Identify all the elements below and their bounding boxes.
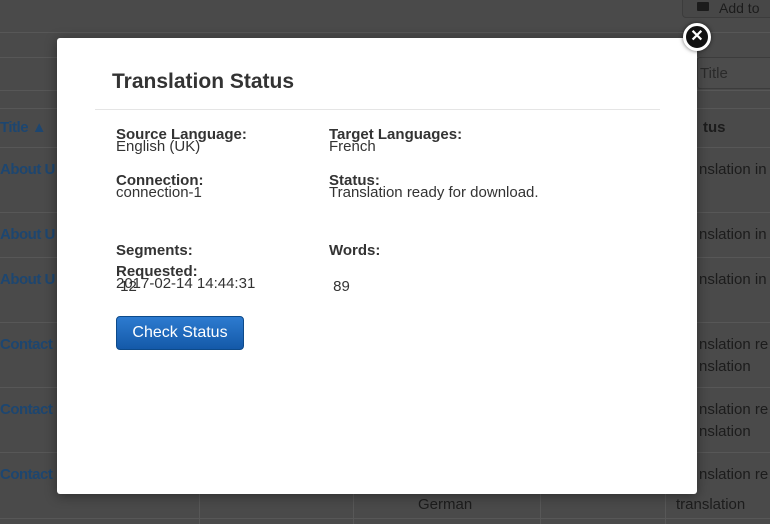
divider xyxy=(95,109,660,110)
source-language-field: Source Language: English (UK) xyxy=(116,126,247,155)
row-status: nslation re xyxy=(699,336,769,353)
row-language: German xyxy=(418,496,473,513)
row-status: nslation re xyxy=(699,466,769,483)
status-field: Status: Translation ready for download. xyxy=(329,172,539,201)
add-to-button[interactable]: Add to xyxy=(682,0,770,18)
row-title-link[interactable]: About U xyxy=(0,226,55,243)
target-languages-field: Target Languages: French xyxy=(329,126,463,155)
row-status: nslation re xyxy=(699,401,769,418)
row-status-line2: nslation xyxy=(699,358,751,375)
close-icon[interactable]: ✕ xyxy=(683,23,711,51)
row-title-link[interactable]: Contact xyxy=(0,336,53,353)
column-header-status[interactable]: tus xyxy=(703,119,726,136)
row-status: nslation in xyxy=(699,161,767,178)
row-status-line2: translation xyxy=(676,496,746,513)
column-header-title[interactable]: Title ▲ xyxy=(0,119,47,136)
words-field: Words: 89 xyxy=(329,242,381,295)
modal-title: Translation Status xyxy=(112,70,295,93)
row-status: nslation in xyxy=(699,271,767,288)
row-status: nslation in xyxy=(699,226,767,243)
row-title-link[interactable]: About U xyxy=(0,161,55,178)
requested-field: Requested: 2017-02-14 14:44:31 xyxy=(116,263,256,292)
translation-status-modal: Translation Status Source Language: Engl… xyxy=(57,38,697,494)
row-title-link[interactable]: Contact xyxy=(0,401,53,418)
row-status-line2: nslation xyxy=(699,423,751,440)
title-search-input[interactable]: Title xyxy=(697,57,770,89)
row-title-link[interactable]: Contact xyxy=(0,466,53,483)
check-status-button[interactable]: Check Status xyxy=(116,316,244,350)
inbox-icon xyxy=(697,2,709,11)
connection-field: Connection: connection-1 xyxy=(116,172,204,201)
row-title-link[interactable]: About U xyxy=(0,271,55,288)
